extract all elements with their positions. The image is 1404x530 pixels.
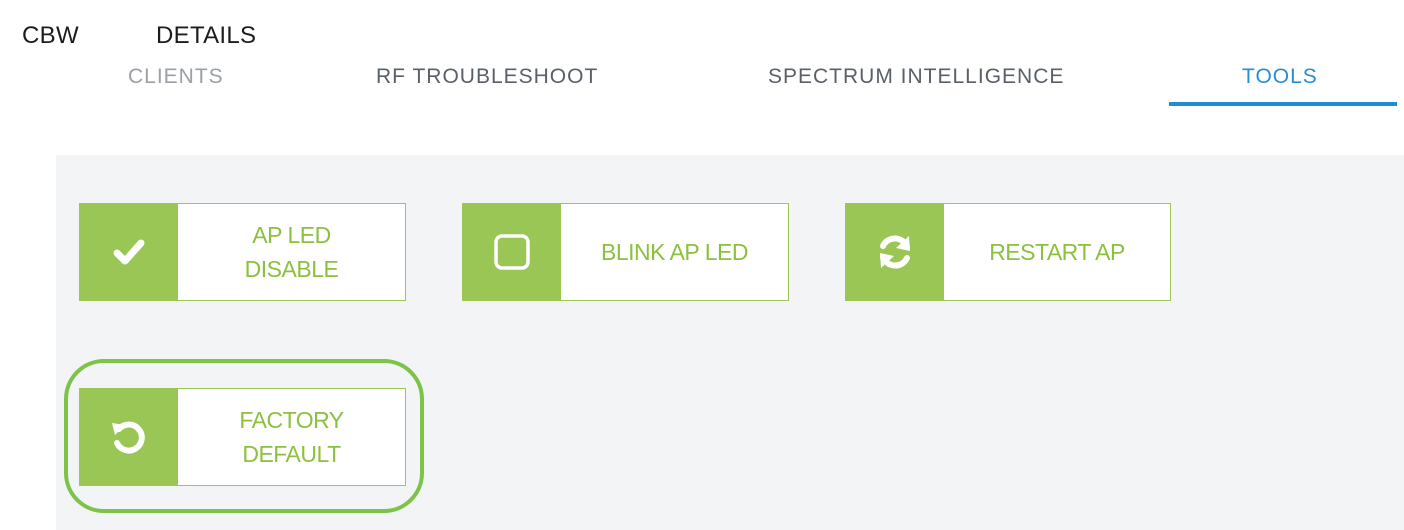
factory-default-label: FACTORY DEFAULT [178,389,405,485]
tab-rf-troubleshoot[interactable]: RF TROUBLESHOOT [376,65,598,89]
factory-label-line2: DEFAULT [242,441,341,467]
brand-label: CBW [22,22,79,49]
ap-led-disable-button[interactable]: AP LED DISABLE [79,203,406,301]
ap-led-label-line1: AP LED [252,222,331,248]
tab-spectrum-intelligence[interactable]: SPECTRUM INTELLIGENCE [768,65,1064,89]
factory-default-button[interactable]: FACTORY DEFAULT [79,388,406,486]
refresh-icon [846,204,944,300]
active-tab-indicator [1169,102,1397,106]
ap-led-label-line2: DISABLE [244,256,339,282]
tab-tools[interactable]: TOOLS [1242,65,1318,89]
blink-ap-led-button[interactable]: BLINK AP LED [462,203,789,301]
blink-ap-led-label: BLINK AP LED [601,239,749,265]
ap-led-disable-label: AP LED DISABLE [178,204,405,300]
factory-label-line1: FACTORY [239,407,344,433]
checkbox-icon [463,204,561,300]
restart-ap-label: RESTART AP [989,239,1125,265]
restart-ap-button[interactable]: RESTART AP [845,203,1171,301]
tab-clients[interactable]: CLIENTS [128,65,224,89]
page-title: DETAILS [156,22,257,49]
reset-icon [80,389,178,485]
checkmark-icon [80,204,178,300]
